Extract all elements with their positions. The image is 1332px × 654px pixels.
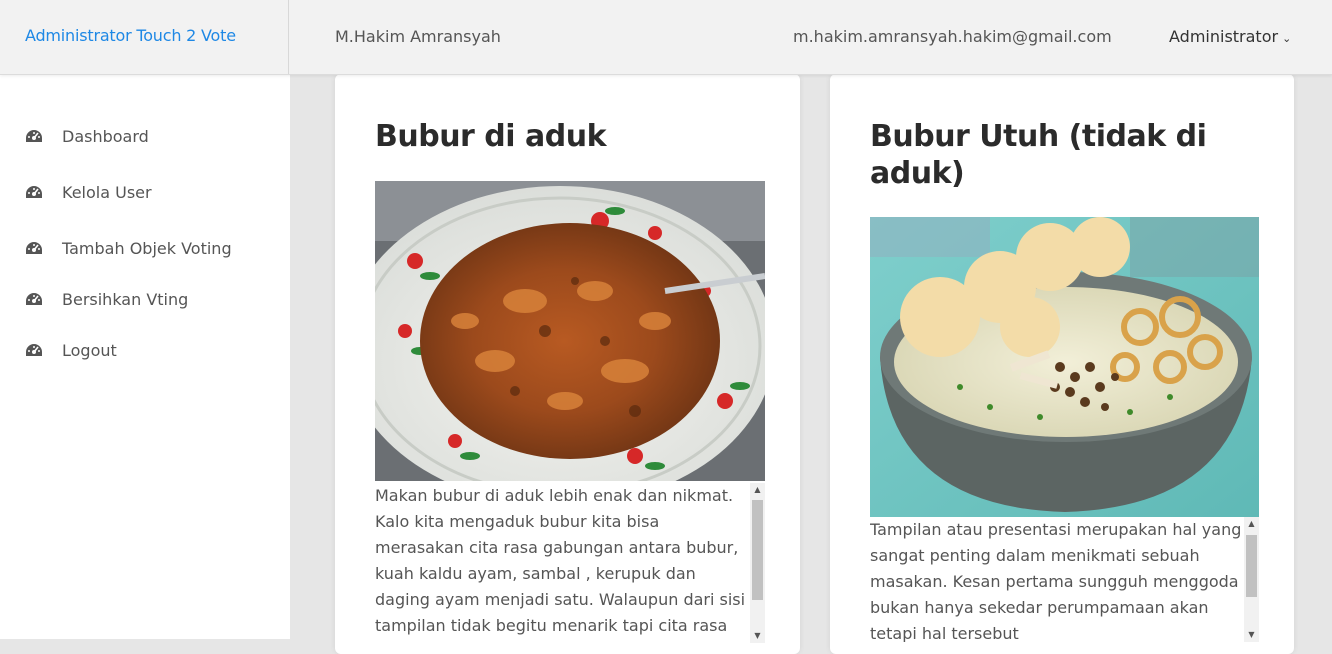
card-description: Tampilan atau presentasi merupakan hal y…: [870, 520, 1242, 642]
voting-card-bubur-utuh: Bubur Utuh (tidak di aduk) Tampilan atau…: [830, 74, 1294, 654]
scroll-up-arrow-icon[interactable]: ▲: [750, 483, 765, 497]
current-user-email: m.hakim.amransyah.hakim@gmail.com: [793, 27, 1112, 46]
card-title: Bubur Utuh (tidak di aduk): [870, 119, 1207, 191]
brand-title[interactable]: Administrator Touch 2 Vote: [25, 26, 236, 45]
role-dropdown[interactable]: Administrator ⌄: [1169, 27, 1291, 46]
dashboard-gauge-icon: [26, 344, 42, 356]
sidebar-item-dashboard[interactable]: Dashboard: [25, 124, 275, 148]
scrollbar-thumb[interactable]: [1246, 535, 1257, 597]
sidebar-item-tambah-objek-voting[interactable]: Tambah Objek Voting: [25, 236, 275, 260]
voting-card-bubur-di-aduk: Bubur di aduk Makan bubur di aduk lebih …: [335, 74, 800, 654]
dashboard-gauge-icon: [26, 293, 42, 305]
scrollbar-thumb[interactable]: [752, 500, 763, 600]
brand-area: Administrator Touch 2 Vote: [0, 0, 289, 74]
sidebar-item-kelola-user[interactable]: Kelola User: [25, 180, 275, 204]
sidebar-item-label: Logout: [62, 340, 117, 360]
sidebar-item-label: Dashboard: [62, 126, 149, 146]
scrollbar[interactable]: ▲ ▼: [1244, 517, 1259, 642]
sidebar-item-label: Bersihkan Vting: [62, 289, 189, 309]
description-scroll-box[interactable]: Tampilan atau presentasi merupakan hal y…: [870, 517, 1259, 642]
role-dropdown-label: Administrator: [1169, 27, 1279, 46]
chevron-down-icon: ⌄: [1282, 32, 1292, 45]
sidebar-item-logout[interactable]: Logout: [25, 338, 275, 362]
card-title: Bubur di aduk: [375, 119, 607, 154]
sidebar: Dashboard Kelola User Tambah Objek Votin…: [0, 75, 290, 639]
scroll-down-arrow-icon[interactable]: ▼: [1244, 628, 1259, 642]
mixed-porridge-photo[interactable]: [375, 181, 765, 481]
dashboard-gauge-icon: [26, 186, 42, 198]
scroll-down-arrow-icon[interactable]: ▼: [750, 629, 765, 643]
sidebar-item-label: Tambah Objek Voting: [62, 238, 232, 258]
description-scroll-box[interactable]: Makan bubur di aduk lebih enak dan nikma…: [375, 483, 765, 643]
current-user-name: M.Hakim Amransyah: [335, 27, 501, 46]
scrollbar[interactable]: ▲ ▼: [750, 483, 765, 643]
card-description: Makan bubur di aduk lebih enak dan nikma…: [375, 486, 746, 635]
top-navbar: Administrator Touch 2 Vote M.Hakim Amran…: [0, 0, 1332, 75]
scroll-up-arrow-icon[interactable]: ▲: [1244, 517, 1259, 531]
dashboard-gauge-icon: [26, 242, 42, 254]
unmixed-porridge-photo[interactable]: [870, 217, 1259, 517]
sidebar-item-bersihkan-vting[interactable]: Bersihkan Vting: [25, 287, 275, 311]
dashboard-gauge-icon: [26, 130, 42, 142]
sidebar-item-label: Kelola User: [62, 182, 152, 202]
